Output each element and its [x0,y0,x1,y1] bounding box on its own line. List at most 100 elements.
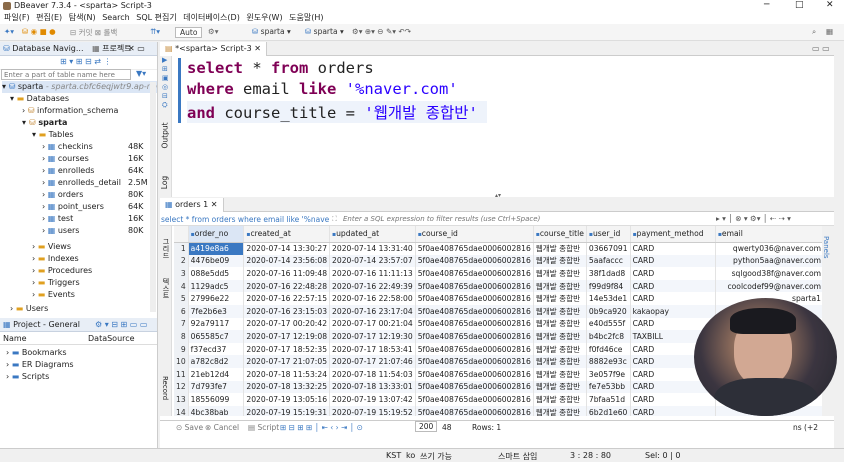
close-icon[interactable]: ✕ [826,0,834,10]
sql-line-1[interactable]: select * from orders [187,59,374,77]
project-scripts[interactable]: › ▬ Scripts [6,371,49,383]
cell-payment_method[interactable]: CARD [630,292,716,305]
cell-course_id[interactable]: 5f0ae408765dae0006002816 [415,355,534,368]
cell-updated_at[interactable]: 2020-07-14 13:31:40 [329,242,416,255]
cell-payment_method[interactable]: CARD [630,254,716,268]
filter-tool-icons[interactable]: ▸ ▾ │ ⊗ ▾ ⚙▾ │ ⇠ ⇢ ▾ [716,214,791,223]
table-row[interactable]: 5 27996e22 2020-07-16 22:57:15 2020-07-16 2… [174,292,824,305]
cell-created_at[interactable]: 2020-07-17 18:52:35 [243,342,331,356]
column-header-email[interactable]: ▪email [715,226,824,243]
commit-mode-dropdown[interactable]: Auto [175,27,203,38]
cancel-button[interactable]: ⊗ Cancel [205,423,239,432]
cell-course_id[interactable]: 5f0ae408765dae0006002816 [415,242,534,255]
fetch-size-input[interactable]: 200 [415,421,438,432]
sql-line-2[interactable]: where email like '%naver.com' [187,80,458,98]
cell-order_no[interactable]: a782c8d2 [188,355,245,368]
cell-course_id[interactable]: 5f0ae408765dae0006002816 [415,304,534,318]
settings-icon[interactable]: ⚙▾ [208,27,219,38]
row-number[interactable]: 7 [174,317,189,331]
cell-updated_at[interactable]: 2020-07-16 22:49:39 [329,279,416,293]
search-icon[interactable]: ⌕ [812,27,816,38]
tree-db-sparta[interactable]: ▾ ⛁ sparta [22,117,67,129]
script-button[interactable]: ▤ Script [248,423,279,432]
cell-course_id[interactable]: 5f0ae408765dae0006002816 [415,330,534,343]
cell-updated_at[interactable]: 2020-07-18 13:33:01 [329,380,416,394]
tree-tables[interactable]: ▾ ▬ Tables [32,129,74,141]
filter-icon[interactable]: ▼▾ [136,69,146,78]
cell-payment_method[interactable]: CARD [630,279,716,293]
save-button[interactable]: ⊙ Save [176,423,203,432]
cell-course_id[interactable]: 5f0ae408765dae0006002816 [415,317,534,331]
cell-course_title[interactable]: 웹개발 종합반 [533,317,587,331]
tree-connection-sparta[interactable]: ▾ ⛁ sparta - sparta.cbfc6eqjwtr9.ap-no [2,81,157,93]
cell-course_id[interactable]: 5f0ae408765dae0006002816 [415,279,534,293]
row-number[interactable]: 4 [174,279,189,293]
tree-databases[interactable]: ▾ ▬ Databases [10,93,69,105]
menu-window[interactable]: 윈도우(W) [246,13,282,22]
cell-course_title[interactable]: 웹개발 종합반 [533,304,587,318]
sql-editor[interactable]: ▤ *<sparta> Script-3 ✕ ▭ ▭ ▶ ⊞ ▣ ◎ ⊟ ⛭ Output… [160,42,834,199]
column-header-order_no[interactable]: ▪order_no [188,226,245,243]
column-header-course_id[interactable]: ▪course_id [415,226,534,243]
cell-updated_at[interactable]: 2020-07-19 15:19:52 [329,405,416,416]
cell-user_id[interactable]: fe7e53bb [586,380,631,394]
cell-updated_at[interactable]: 2020-07-18 11:54:03 [329,367,416,381]
cell-user_id[interactable]: 0b9ca920 [586,304,631,318]
cell-created_at[interactable]: 2020-07-18 11:53:24 [243,367,331,381]
project-er-diagrams[interactable]: › ▬ ER Diagrams [6,359,74,371]
cell-order_no[interactable]: f37ecd37 [188,342,245,356]
table-row[interactable]: 1 a419e8a6 2020-07-14 13:30:27 2020-07-14 1… [174,242,824,255]
cell-updated_at[interactable]: 2020-07-16 22:58:00 [329,292,416,305]
table-row[interactable]: 2 4476be09 2020-07-14 23:56:08 2020-07-14 2… [174,254,824,268]
cell-course_id[interactable]: 5f0ae408765dae0006002816 [415,393,534,406]
tree-information-schema[interactable]: › ⛁ information_schema [22,105,118,117]
cell-created_at[interactable]: 2020-07-16 22:57:15 [243,292,331,305]
tree-procedures[interactable]: › ▬ Procedures [32,265,92,277]
cell-order_no[interactable]: 088e5dd5 [188,267,245,280]
cell-order_no[interactable]: 1129adc5 [188,279,245,293]
cell-updated_at[interactable]: 2020-07-17 21:07:46 [329,355,416,368]
tree-table-point_users[interactable]: › ▦ point_users 64K [42,201,150,213]
cell-created_at[interactable]: 2020-07-14 23:56:08 [243,254,331,268]
menu-sql-editor[interactable]: SQL 편집기 [136,13,176,22]
row-number[interactable]: 9 [174,342,189,356]
tab-script-3[interactable]: ▤ *<sparta> Script-3 ✕ [160,42,267,56]
editor-minimize-icon[interactable]: ▭ ▭ [812,44,830,53]
column-header-payment_method[interactable]: ▪payment_method [630,226,716,243]
row-number[interactable]: 6 [174,304,189,318]
output-tab[interactable]: Output [161,122,170,148]
cell-user_id[interactable]: b4bc2fc8 [586,330,631,343]
cell-course_title[interactable]: 웹개발 종합반 [533,380,587,394]
column-header-user_id[interactable]: ▪user_id [586,226,631,243]
tree-indexes[interactable]: › ▬ Indexes [32,253,79,265]
cell-payment_method[interactable]: CARD [630,242,716,255]
cell-user_id[interactable]: 5aafaccc [586,254,631,268]
tab-database-navigator[interactable]: Database Navig... [12,44,83,53]
menu-search[interactable]: Search [102,13,129,22]
cell-updated_at[interactable]: 2020-07-16 11:11:13 [329,267,416,280]
project-bookmarks[interactable]: › ▬ Bookmarks [6,347,67,359]
column-header-created_at[interactable]: ▪created_at [243,226,331,243]
cell-course_title[interactable]: 웹개발 종합반 [533,242,587,255]
tree-table-users[interactable]: › ▦ users 80K [42,225,150,237]
cell-order_no[interactable]: a419e8a6 [188,242,245,255]
commit-icon[interactable]: ⊟ 커밋 ⊠ 롤백 [70,27,117,38]
minimize-icon[interactable]: ─ [764,0,769,10]
cell-payment_method[interactable]: CARD [630,267,716,280]
cell-user_id[interactable]: 38f1dad8 [586,267,631,280]
cell-user_id[interactable]: 14e53de1 [586,292,631,305]
navigator-tool-icons[interactable]: ⊞ ▾ ⊞ ⊟ ⇄ ⋮ [60,57,112,66]
tools-icons[interactable]: ⚙▾ ⊕▾ ⊖ ✎▾ ↶↷ [352,27,411,38]
cell-order_no[interactable]: 92a79117 [188,317,245,331]
row-number[interactable]: 12 [174,380,189,394]
cell-created_at[interactable]: 2020-07-19 15:19:31 [243,405,331,416]
cell-user_id[interactable]: f0fd46ce [586,342,631,356]
cell-order_no[interactable]: 18556099 [188,393,245,406]
tree-table-orders[interactable]: › ▦ orders 80K [42,189,150,201]
row-number[interactable]: 3 [174,267,189,280]
cell-order_no[interactable]: 7d793fe7 [188,380,245,394]
sql-line-3[interactable]: and course_title = '웹개발 종합반' [187,101,487,123]
cell-course_title[interactable]: 웹개발 종합반 [533,267,587,280]
cell-order_no[interactable]: 4476be09 [188,254,245,268]
column-header-course_title[interactable]: ▪course_title [533,226,587,243]
